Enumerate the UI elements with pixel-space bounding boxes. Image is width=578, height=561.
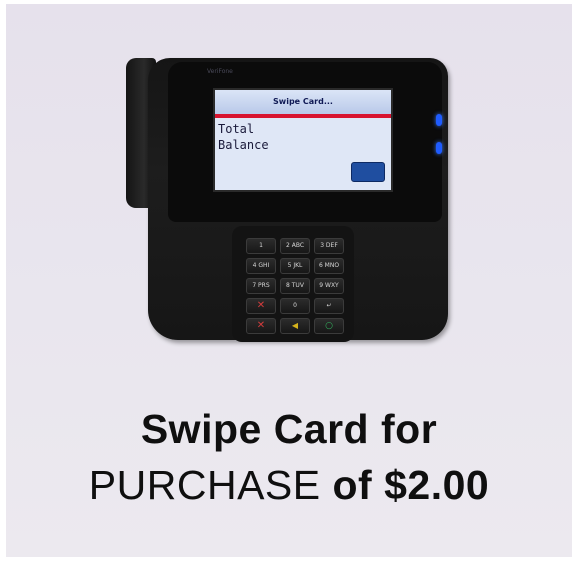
- caption-line-2: PURCHASE of $2.00: [0, 462, 578, 509]
- screen-button[interactable]: [351, 162, 385, 182]
- key-ok[interactable]: ○: [314, 318, 344, 334]
- key-cancel[interactable]: ✕: [246, 298, 276, 314]
- key-0[interactable]: 0: [280, 298, 310, 314]
- caption-line-1: Swipe Card for: [140, 406, 438, 452]
- caption-purchase: PURCHASE: [88, 462, 321, 508]
- key-clear[interactable]: ◀: [280, 318, 310, 334]
- key-9[interactable]: 9 WXY: [314, 278, 344, 294]
- key-7[interactable]: 7 PRS: [246, 278, 276, 294]
- key-8[interactable]: 8 TUV: [280, 278, 310, 294]
- screen-line-balance: Balance: [218, 138, 269, 152]
- key-6[interactable]: 6 MNO: [314, 258, 344, 274]
- terminal-screen: Swipe Card... Total Balance: [213, 88, 393, 192]
- key-2[interactable]: 2 ABC: [280, 238, 310, 254]
- key-3[interactable]: 3 DEF: [314, 238, 344, 254]
- keypad: 1 2 ABC 3 DEF 4 GHI 5 JKL 6 MNO 7 PRS 8 …: [232, 226, 354, 342]
- card-terminal: VeriFone Swipe Card... Total Balance 1 2…: [0, 0, 578, 400]
- status-led-icon: [436, 142, 442, 154]
- key-1[interactable]: 1: [246, 238, 276, 254]
- terminal-brand: VeriFone: [207, 68, 233, 75]
- status-led-icon: [436, 114, 442, 126]
- screen-line-total: Total: [218, 122, 255, 136]
- caption-amount: of $2.00: [320, 462, 490, 508]
- key-enter[interactable]: ↵: [314, 298, 344, 314]
- key-5[interactable]: 5 JKL: [280, 258, 310, 274]
- screen-title: Swipe Card...: [215, 90, 391, 114]
- screen-divider: [215, 114, 391, 118]
- key-4[interactable]: 4 GHI: [246, 258, 276, 274]
- key-cancel-red[interactable]: ✕: [246, 318, 276, 334]
